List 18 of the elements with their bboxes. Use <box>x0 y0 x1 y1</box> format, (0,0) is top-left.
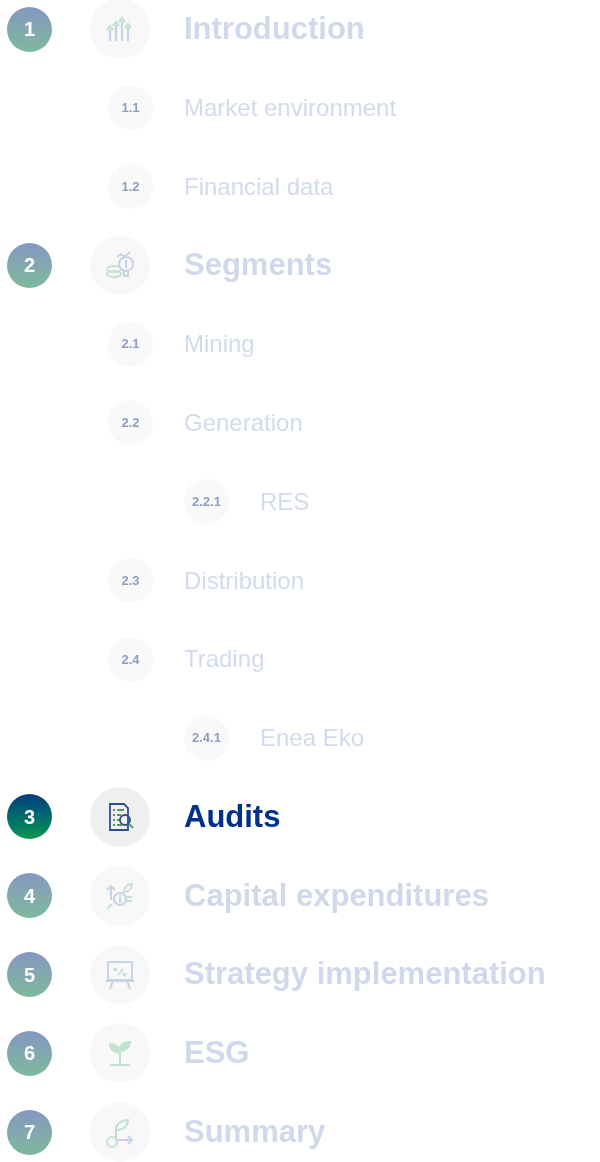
sprout-arrow-icon <box>104 1116 136 1149</box>
subsection-number: 1.2 <box>108 164 153 210</box>
subsection-number: 2.4 <box>108 636 153 682</box>
section-number: 1 <box>7 6 52 52</box>
section-number: 6 <box>7 1030 52 1076</box>
subsection-number: 2.3 <box>108 558 153 604</box>
section-link[interactable]: Audits <box>184 793 281 841</box>
whiteboard-easel-icon <box>104 958 136 991</box>
section-number: 3 <box>7 794 52 840</box>
subsection-number: 1.1 <box>108 85 153 131</box>
subsection-number: 2.2 <box>108 400 153 446</box>
section-number: 7 <box>7 1109 52 1155</box>
subsection-number: 2.2.1 <box>184 479 229 525</box>
subsection-number: 2.1 <box>108 321 153 367</box>
subsection-number: 2.4.1 <box>184 715 229 761</box>
section-number: 2 <box>7 242 52 288</box>
section-number: 4 <box>7 873 52 919</box>
section-number: 5 <box>7 952 52 998</box>
